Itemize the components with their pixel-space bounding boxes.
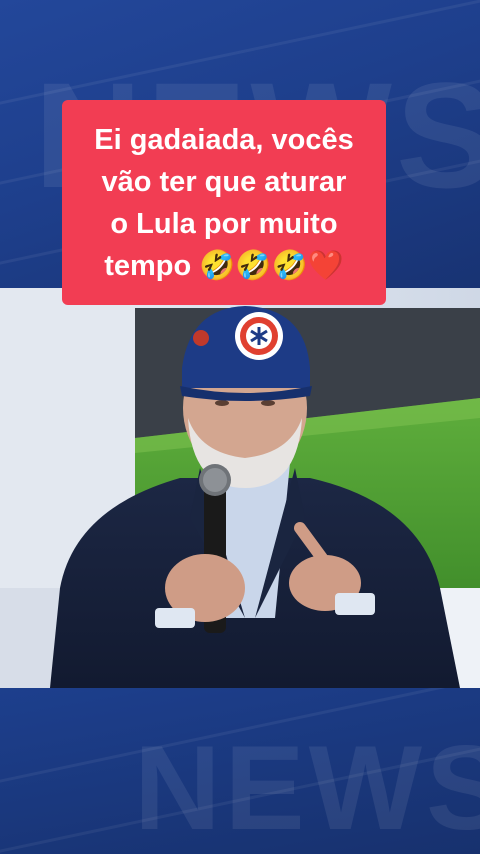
caption-text: Ei gadaiada, vocês vão ter que aturar o … [94,123,354,282]
bottom-blue-background: NEWS [0,688,480,854]
news-watermark-bottom: NEWS [134,721,480,854]
speaker-photo [0,288,480,688]
caption-box: Ei gadaiada, vocês vão ter que aturar o … [62,100,386,305]
